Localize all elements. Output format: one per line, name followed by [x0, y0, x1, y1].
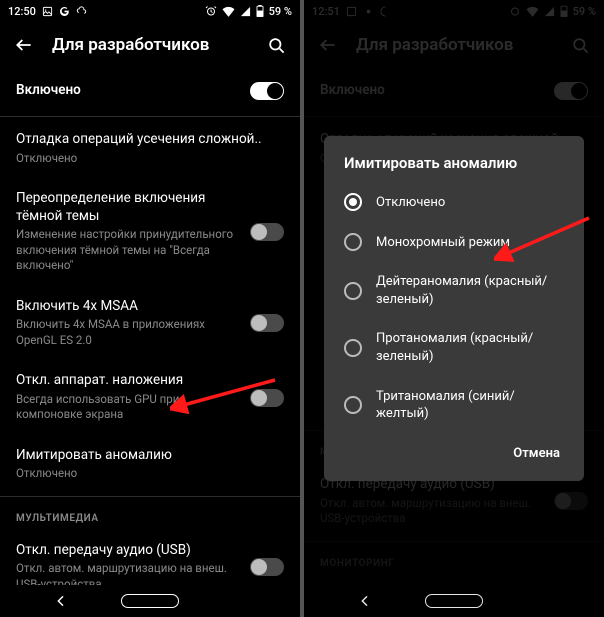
setting-enabled[interactable]: Включено	[0, 68, 300, 114]
image-icon	[42, 6, 53, 17]
back-icon[interactable]	[12, 33, 36, 57]
signal-icon	[240, 6, 251, 17]
navigation-bar	[304, 585, 604, 617]
dialog-overlay[interactable]: Имитировать аномалию Отключено Монохромн…	[304, 0, 604, 617]
setting-msaa[interactable]: Включить 4x MSAA Включить 4x MSAA в прил…	[0, 286, 300, 361]
radio-icon	[344, 339, 362, 357]
setting-dark-override[interactable]: Переопределение включения тёмной темы Из…	[0, 178, 300, 286]
enabled-label: Включено	[16, 82, 240, 100]
nav-home-pill[interactable]	[121, 594, 179, 608]
section-multimedia: МУЛЬТИМЕДИА	[0, 499, 300, 530]
status-bar: 12:50 59 %	[0, 0, 300, 22]
dialog-title: Имитировать аномалию	[324, 154, 584, 182]
screenshot-left: 12:50 59 % Для разработчиков Включено	[0, 0, 300, 617]
option-disabled[interactable]: Отключено	[324, 182, 584, 222]
toggle-dark-override[interactable]	[250, 223, 284, 241]
settings-list[interactable]: Включено Отладка операций усечения сложн…	[0, 68, 300, 585]
radio-icon	[344, 193, 362, 211]
radio-icon	[344, 282, 362, 300]
navigation-bar	[0, 585, 300, 617]
radio-icon	[344, 233, 362, 251]
nav-back-icon[interactable]	[53, 593, 69, 609]
option-deuteranomaly[interactable]: Дейтераномалия (красный/зеленый)	[324, 262, 584, 319]
option-protanomaly[interactable]: Протаномалия (красный/зеленый)	[324, 319, 584, 376]
battery-text: 59 %	[269, 5, 292, 18]
nav-home-pill[interactable]	[425, 594, 483, 608]
setting-simulate-anomaly[interactable]: Имитировать аномалию Отключено	[0, 435, 300, 494]
page-title: Для разработчиков	[52, 35, 248, 55]
toggle-usb-audio[interactable]	[250, 558, 284, 576]
setting-hw-overlays[interactable]: Откл. аппарат. наложения Всегда использо…	[0, 360, 300, 435]
screenshot-right: 12:51 59 % Для разработчиков Включено	[304, 0, 604, 617]
google-icon	[59, 6, 70, 17]
battery-icon	[256, 5, 264, 17]
dialog-simulate-anomaly: Имитировать аномалию Отключено Монохромн…	[324, 136, 584, 480]
nav-back-icon[interactable]	[357, 593, 373, 609]
toggle-hw-overlays[interactable]	[250, 389, 284, 407]
app-bar: Для разработчиков	[0, 22, 300, 68]
radio-icon	[344, 396, 362, 414]
alarm-icon	[205, 5, 217, 17]
setting-debug-clip[interactable]: Отладка операций усечения сложной.. Откл…	[0, 119, 300, 178]
status-time: 12:50	[8, 5, 36, 18]
option-tritanomaly[interactable]: Тританомалия (синий/желтый)	[324, 377, 584, 434]
search-icon[interactable]	[264, 33, 288, 57]
toggle-msaa[interactable]	[250, 314, 284, 332]
option-monochrome[interactable]: Монохромный режим	[324, 222, 584, 262]
toggle-enabled[interactable]	[250, 82, 284, 100]
wifi-icon	[222, 6, 235, 17]
weather-icon	[76, 6, 87, 17]
cancel-button[interactable]: Отмена	[503, 440, 570, 467]
setting-usb-audio[interactable]: Откл. передачу аудио (USB) Откл. автом. …	[0, 530, 300, 585]
